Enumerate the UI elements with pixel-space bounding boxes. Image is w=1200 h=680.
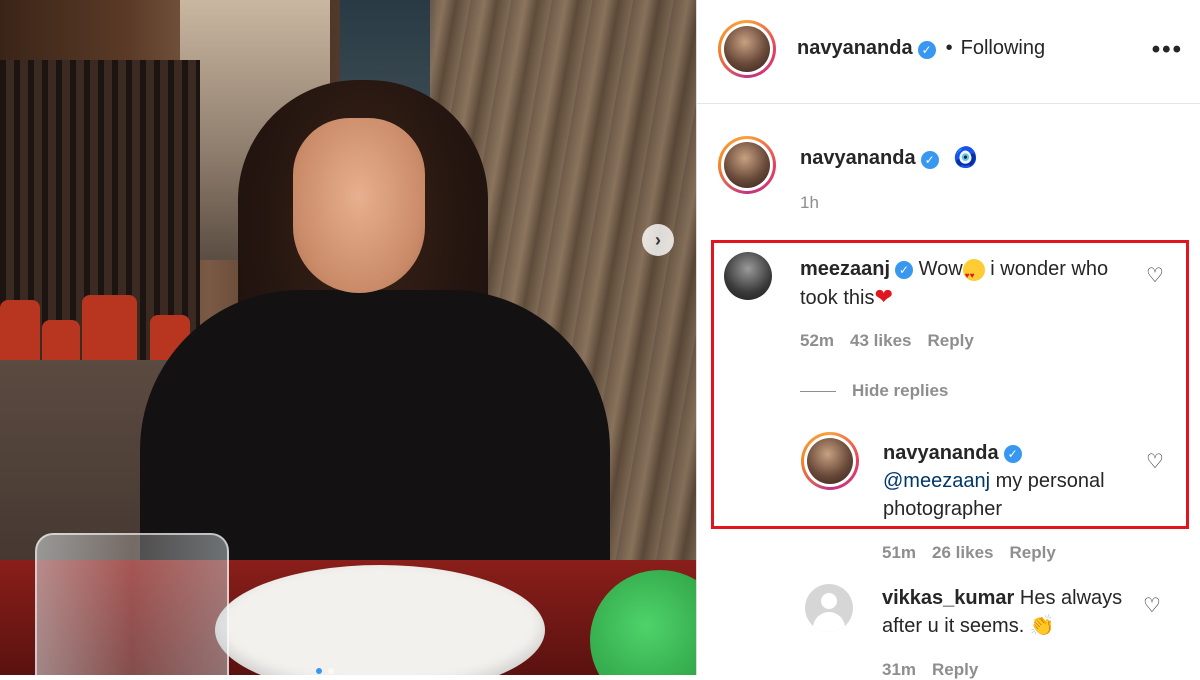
avatar-shoulder — [813, 612, 845, 632]
author-avatar[interactable] — [718, 20, 776, 78]
reply-likes[interactable]: 26 likes — [932, 543, 993, 562]
comments-panel: navyananda ✓ • Following ••• navyananda ✓ 🧿 … — [696, 0, 1200, 679]
reply-button[interactable]: Reply — [932, 660, 978, 679]
verified-icon: ✓ — [895, 260, 914, 279]
comment-username[interactable]: vikkas_kumar — [882, 587, 1014, 609]
avatar-inner — [721, 23, 773, 75]
caption-line: navyananda ✓ 🧿 — [800, 145, 978, 170]
avatar-inner — [721, 139, 773, 191]
photo-person-face — [293, 118, 425, 293]
verified-icon: ✓ — [920, 150, 939, 169]
carousel-dots — [316, 668, 334, 674]
author-username[interactable]: navyananda — [797, 37, 913, 59]
comment-time[interactable]: 31m — [882, 660, 916, 679]
caption-username[interactable]: navyananda — [800, 147, 916, 169]
highlighted-comment-thread: meezaanj✓ Wow i wonder who took this❤ ♡ … — [711, 240, 1189, 529]
comment-text-start: Wow — [918, 258, 963, 280]
clap-emoji: 👏 — [1029, 615, 1055, 637]
comment-time[interactable]: 52m — [800, 331, 834, 350]
avatar-photo — [724, 26, 770, 72]
photo-seat — [82, 295, 137, 370]
verified-icon: ✓ — [1003, 444, 1022, 463]
reply-button[interactable]: Reply — [1009, 543, 1055, 562]
carousel-next-button[interactable]: › — [642, 224, 674, 256]
caption-time[interactable]: 1h — [800, 193, 819, 213]
avatar-photo — [724, 142, 770, 188]
chevron-right-icon: › — [655, 229, 661, 250]
heart-outline-icon[interactable]: ♡ — [1146, 449, 1164, 474]
hide-replies-line — [800, 391, 836, 393]
following-button[interactable]: Following — [961, 37, 1045, 59]
caption-emoji: 🧿 — [953, 147, 978, 169]
verified-icon: ✓ — [917, 40, 936, 59]
reply-body: navyananda ✓ @meezaanj my personal photog… — [883, 439, 1133, 523]
avatar-inner — [804, 435, 856, 487]
photo-glass — [35, 533, 229, 675]
carousel-dot — [316, 668, 322, 674]
reply-time[interactable]: 51m — [882, 543, 916, 562]
comment-likes[interactable]: 43 likes — [850, 331, 911, 350]
avatar-photo — [807, 438, 853, 484]
comment-body: meezaanj✓ Wow i wonder who took this❤ — [800, 255, 1120, 312]
follow-separator: • — [945, 37, 953, 59]
reply-mention[interactable]: @meezaanj — [883, 470, 990, 492]
comment-body: vikkas_kumar Hes always after u it seems… — [882, 584, 1142, 640]
reply-username[interactable]: navyananda — [883, 442, 999, 464]
heart-outline-icon[interactable]: ♡ — [1146, 263, 1164, 288]
reply-author-avatar[interactable] — [801, 432, 859, 490]
hide-replies-label: Hide replies — [852, 381, 949, 400]
reply-meta: 51m 26 likes Reply — [882, 543, 1072, 563]
heart-eyes-emoji — [962, 258, 985, 290]
more-icon[interactable]: ••• — [1152, 36, 1183, 64]
post-header: navyananda ✓ • Following ••• — [697, 0, 1200, 104]
header-user-line: navyananda ✓ • Following — [797, 37, 1045, 60]
red-heart-emoji: ❤ — [874, 284, 893, 309]
default-avatar[interactable] — [805, 584, 853, 632]
heart-outline-icon[interactable]: ♡ — [1143, 593, 1161, 618]
carousel-dot — [328, 668, 334, 674]
hide-replies-button[interactable]: Hide replies — [800, 381, 964, 401]
caption-author-avatar[interactable] — [718, 136, 776, 194]
post-photo[interactable]: › — [0, 0, 696, 675]
reply-button[interactable]: Reply — [927, 331, 973, 350]
comment-meta: 31m Reply — [882, 660, 994, 680]
comment-username[interactable]: meezaanj — [800, 258, 890, 280]
avatar-head — [821, 593, 837, 609]
commenter-avatar[interactable] — [724, 252, 772, 300]
comment-meta: 52m 43 likes Reply — [800, 331, 990, 351]
